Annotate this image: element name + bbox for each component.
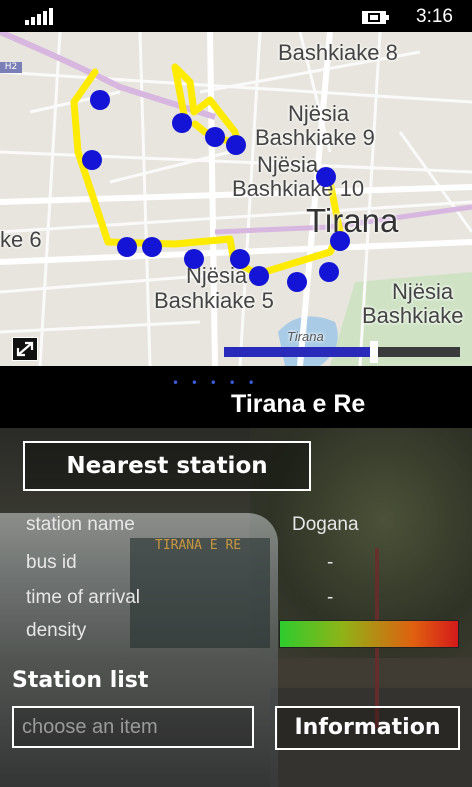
expand-icon[interactable] bbox=[12, 337, 38, 361]
route-map[interactable]: H2 Bashkiake 8 Njësia Bashkiake 9 Njësia… bbox=[0, 32, 472, 366]
map-label: Njësia bbox=[392, 279, 454, 304]
bus-id-label: bus id bbox=[26, 552, 77, 573]
station-list-title: Station list bbox=[12, 668, 149, 693]
highway-badge: H2 bbox=[0, 62, 22, 73]
map-label: Bashkiake 5 bbox=[154, 288, 274, 313]
density-label: density bbox=[26, 620, 87, 641]
station-name-value: Dogana bbox=[292, 514, 359, 535]
map-label: Njësia bbox=[288, 101, 350, 126]
zoom-slider-thumb[interactable] bbox=[370, 341, 378, 363]
map-label: Bashkiake 10 bbox=[232, 176, 365, 201]
map-zoom-slider[interactable] bbox=[224, 341, 460, 363]
map-label: ke 6 bbox=[0, 227, 42, 252]
map-label: Bashkiake 8 bbox=[278, 40, 398, 65]
density-bar bbox=[279, 620, 459, 648]
clock: 3:16 bbox=[416, 6, 453, 27]
map-label: Njësia bbox=[257, 152, 319, 177]
arrival-time-value: - bbox=[327, 587, 334, 608]
page-title: Tirana e Re bbox=[231, 390, 366, 418]
status-bar: 3:16 bbox=[0, 0, 472, 32]
station-name-label: station name bbox=[26, 514, 135, 535]
station-list-select[interactable]: choose an item bbox=[12, 706, 254, 748]
signal-bars-icon bbox=[25, 8, 53, 25]
map-city-label: Tirana bbox=[306, 202, 399, 239]
battery-charging-icon bbox=[362, 11, 390, 24]
arrival-time-label: time of arrival bbox=[26, 587, 141, 608]
pivot-indicator: • • • • • bbox=[172, 376, 259, 390]
nearest-station-button[interactable]: Nearest station bbox=[23, 441, 311, 491]
bus-destination-sign: TIRANA E RE bbox=[155, 538, 242, 553]
map-label: Bashkiake bbox=[362, 303, 464, 328]
information-button[interactable]: Information bbox=[275, 706, 460, 750]
map-lake-label: Tirana bbox=[287, 329, 324, 344]
bus-id-value: - bbox=[327, 552, 334, 573]
map-label: Njësia bbox=[186, 263, 248, 288]
zoom-slider-fill bbox=[224, 347, 370, 357]
map-label: Bashkiake 9 bbox=[255, 125, 375, 150]
